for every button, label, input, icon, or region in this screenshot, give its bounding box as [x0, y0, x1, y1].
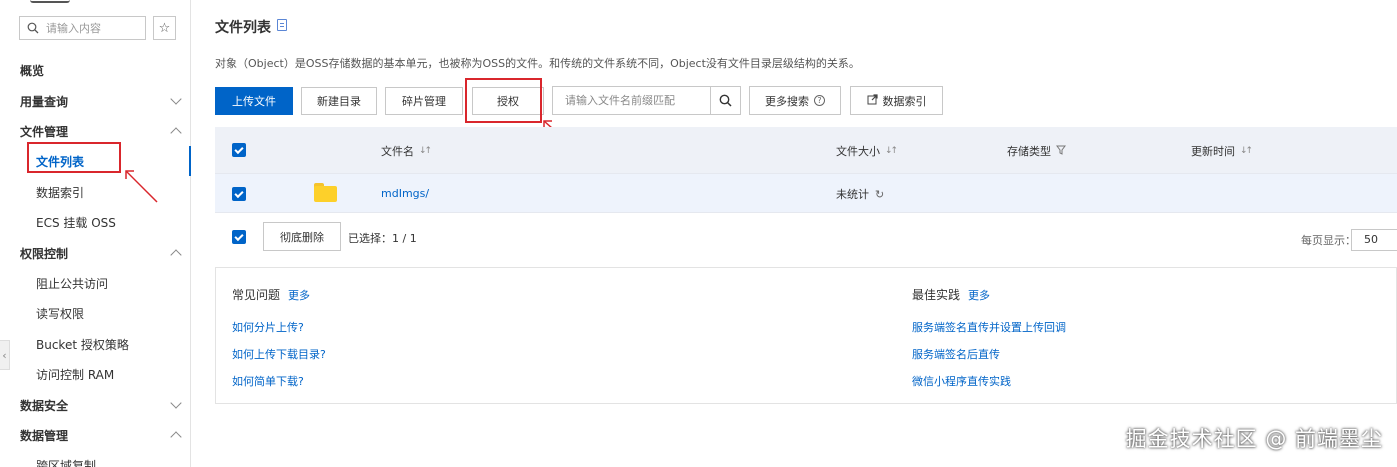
column-name-label: 文件名: [381, 145, 414, 158]
file-size-cell: 未统计 ↻: [836, 186, 884, 202]
page-description: 对象（Object）是OSS存储数据的基本单元，也被称为OSS的文件。和传统的文…: [215, 57, 860, 70]
best-more-link[interactable]: 更多: [968, 287, 990, 303]
best-practice-label: 最佳实践: [912, 288, 961, 302]
sidebar-top-decoration: [30, 0, 70, 3]
search-icon[interactable]: [710, 87, 740, 114]
sidebar-item-usage[interactable]: 用量查询: [0, 86, 190, 116]
fragment-management-button[interactable]: 碎片管理: [385, 87, 463, 115]
sidebar-item-cross-region[interactable]: 跨区域复制: [0, 450, 190, 467]
column-storage-label: 存储类型: [1007, 145, 1051, 158]
sidebar-item-label: 数据索引: [36, 185, 85, 200]
help-icon: ?: [814, 95, 825, 106]
faq-link[interactable]: 如何简单下载?: [232, 373, 304, 389]
data-index-label: 数据索引: [882, 94, 927, 108]
page-title: 文件列表: [215, 20, 271, 36]
sidebar-item-data-management[interactable]: 数据管理: [0, 420, 190, 450]
sidebar-search-input[interactable]: [46, 21, 141, 35]
search-icon: [20, 22, 46, 34]
sidebar-item-label: 跨区域复制: [36, 458, 97, 467]
document-icon[interactable]: [277, 19, 287, 31]
sidebar-item-label: 数据管理: [20, 428, 69, 443]
sidebar-search[interactable]: [19, 16, 146, 40]
sidebar-item-label: Bucket 授权策略: [36, 337, 129, 352]
practice-link[interactable]: 服务端签名直传并设置上传回调: [912, 319, 1066, 335]
sidebar-item-label: 权限控制: [20, 246, 69, 261]
row-checkbox[interactable]: [232, 187, 246, 201]
best-practice-title: 最佳实践 更多: [912, 286, 990, 303]
sort-icon[interactable]: ↓↑: [885, 146, 898, 156]
sidebar-item-ecs-mount[interactable]: ECS 挂载 OSS: [0, 207, 190, 237]
select-all-checkbox[interactable]: [232, 143, 246, 157]
sidebar-item-block-public[interactable]: 阻止公共访问: [0, 268, 190, 298]
table-footer: 彻底删除 已选择：1 / 1 每页显示： 50: [215, 212, 1397, 257]
highlight-box: [27, 142, 121, 173]
faq-link[interactable]: 如何分片上传?: [232, 319, 304, 335]
folder-icon: [314, 183, 337, 202]
common-questions-title: 常见问题 更多: [232, 286, 310, 303]
main-content: 文件列表 对象（Object）是OSS存储数据的基本单元，也被称为OSS的文件。…: [191, 0, 1397, 467]
refresh-icon[interactable]: ↻: [875, 188, 884, 201]
sidebar-collapse-handle[interactable]: ‹: [0, 340, 10, 370]
annotation-arrow: [125, 170, 158, 203]
sidebar-item-access-control[interactable]: 权限控制: [0, 238, 190, 268]
per-page-label: 每页显示：: [1301, 234, 1356, 247]
sort-icon[interactable]: ↓↑: [419, 146, 432, 156]
file-search[interactable]: [552, 86, 741, 115]
sidebar-item-label: 阻止公共访问: [36, 276, 109, 291]
filter-icon[interactable]: [1056, 145, 1066, 158]
new-directory-button[interactable]: 新建目录: [301, 87, 377, 115]
sidebar-item-label: 访问控制 RAM: [36, 367, 115, 382]
sidebar-item-label: 读写权限: [36, 306, 85, 321]
faq-link[interactable]: 如何上传下载目录?: [232, 346, 326, 362]
external-link-icon: [867, 93, 878, 108]
chevron-down-icon: [170, 397, 182, 409]
file-search-input[interactable]: [553, 94, 710, 107]
column-size-label: 文件大小: [836, 145, 880, 158]
watermark: 掘金技术社区 @ 前端墨尘: [1125, 427, 1383, 451]
practice-link[interactable]: 微信小程序直传实践: [912, 373, 1011, 389]
sidebar-item-ram[interactable]: 访问控制 RAM: [0, 359, 190, 389]
chevron-down-icon: [170, 93, 182, 105]
more-search-label: 更多搜索: [765, 94, 809, 108]
column-updated[interactable]: 更新时间 ↓↑: [1191, 143, 1253, 159]
file-name-link[interactable]: mdImgs/: [381, 187, 429, 200]
sidebar-item-label: 概览: [20, 63, 45, 78]
page-size-select[interactable]: 50: [1351, 229, 1397, 251]
column-name[interactable]: 文件名 ↓↑: [381, 143, 432, 159]
sidebar-item-data-security[interactable]: 数据安全: [0, 390, 190, 420]
sidebar-item-label: 用量查询: [20, 94, 69, 109]
sort-icon[interactable]: ↓↑: [1240, 146, 1253, 156]
common-more-link[interactable]: 更多: [288, 287, 310, 303]
common-questions-label: 常见问题: [232, 288, 281, 302]
sidebar: ☆ 概览 用量查询 文件管理 文件列表 数据索引 ECS 挂载 OSS 权限控制…: [0, 0, 191, 467]
sidebar-item-label: 文件管理: [20, 124, 69, 139]
sidebar-item-bucket-policy[interactable]: Bucket 授权策略: [0, 329, 190, 359]
selection-count: 已选择：1 / 1: [348, 232, 417, 245]
table-row: mdImgs/ 未统计 ↻: [215, 173, 1397, 212]
data-index-button[interactable]: 数据索引: [850, 86, 943, 115]
table-header: 文件名 ↓↑ 文件大小 ↓↑ 存储类型 更新时间 ↓↑: [215, 127, 1397, 173]
chevron-up-icon: [170, 431, 182, 443]
sidebar-item-overview[interactable]: 概览: [0, 55, 190, 85]
chevron-up-icon: [170, 249, 182, 261]
help-card: 常见问题 更多 如何分片上传? 如何上传下载目录? 如何简单下载? 最佳实践 更…: [215, 267, 1397, 404]
column-size[interactable]: 文件大小 ↓↑: [836, 143, 898, 159]
column-updated-label: 更新时间: [1191, 145, 1235, 158]
column-storage[interactable]: 存储类型: [1007, 143, 1066, 159]
sidebar-item-rw-permission[interactable]: 读写权限: [0, 298, 190, 328]
chevron-up-icon: [170, 127, 182, 139]
footer-select-checkbox[interactable]: [232, 230, 246, 244]
more-search-button[interactable]: 更多搜索 ?: [749, 86, 841, 115]
favorite-star-icon[interactable]: ☆: [153, 16, 176, 40]
highlight-box: [465, 78, 542, 123]
upload-file-button[interactable]: 上传文件: [215, 87, 293, 115]
file-size-value: 未统计: [836, 188, 869, 201]
practice-link[interactable]: 服务端签名后直传: [912, 346, 1000, 362]
sidebar-item-label: 数据安全: [20, 398, 69, 413]
permanent-delete-button[interactable]: 彻底删除: [263, 222, 341, 251]
sidebar-item-label: ECS 挂载 OSS: [36, 215, 116, 230]
